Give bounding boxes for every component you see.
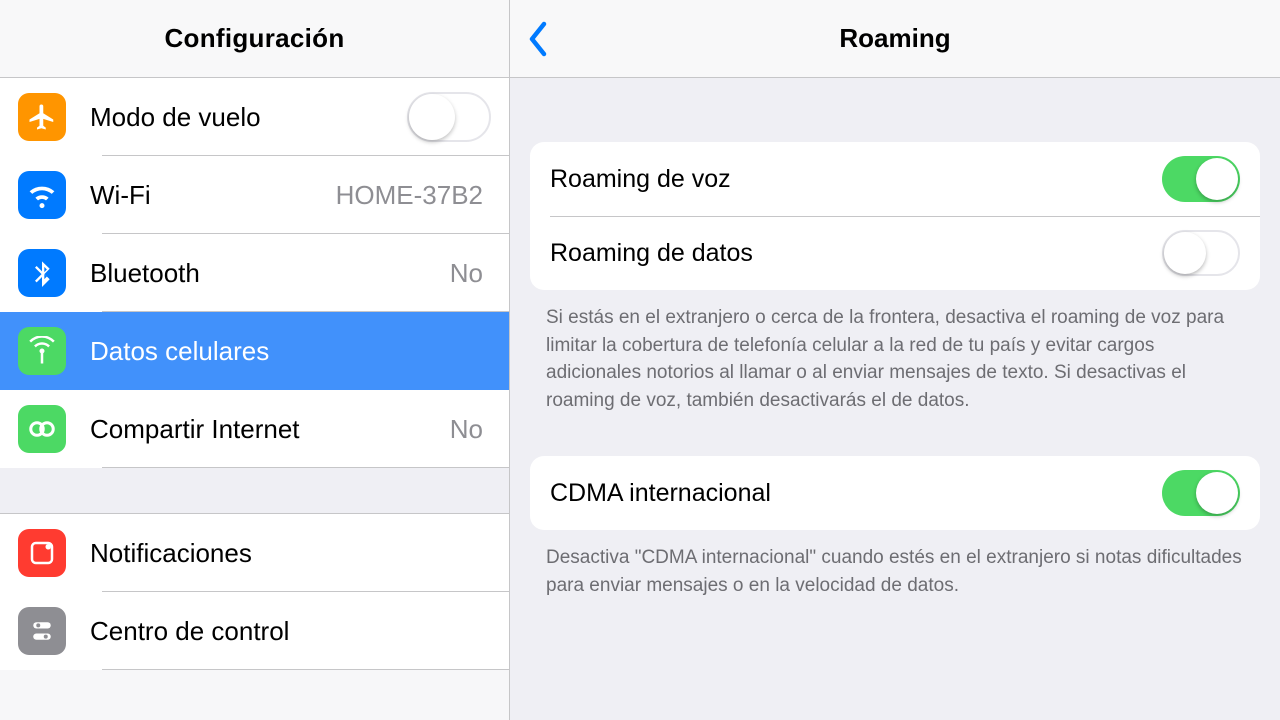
voice-roaming-toggle[interactable]: [1162, 156, 1240, 202]
cdma-footer-text: Desactiva "CDMA internacional" cuando es…: [510, 530, 1280, 599]
group-separator: [0, 468, 509, 514]
settings-app: Configuración Modo de vuelo Wi-Fi HOME-3…: [0, 0, 1280, 720]
airplane-toggle[interactable]: [407, 92, 491, 142]
row-label: CDMA internacional: [550, 479, 1162, 508]
sidebar-header: Configuración: [0, 0, 509, 78]
wifi-icon: [18, 171, 66, 219]
sidebar-item-cellular[interactable]: Datos celulares: [0, 312, 509, 390]
row-label: Roaming de voz: [550, 165, 1162, 194]
cdma-section: CDMA internacional: [530, 456, 1260, 530]
data-roaming-row[interactable]: Roaming de datos: [530, 216, 1260, 290]
settings-sidebar: Configuración Modo de vuelo Wi-Fi HOME-3…: [0, 0, 510, 720]
sidebar-item-wifi[interactable]: Wi-Fi HOME-37B2: [0, 156, 509, 234]
row-label: Notificaciones: [90, 538, 491, 569]
control-center-icon: [18, 607, 66, 655]
bluetooth-icon: [18, 249, 66, 297]
sidebar-item-notifications[interactable]: Notificaciones: [0, 514, 509, 592]
row-value: HOME-37B2: [336, 180, 483, 211]
notifications-icon: [18, 529, 66, 577]
sidebar-item-control-center[interactable]: Centro de control: [0, 592, 509, 670]
roaming-footer-text: Si estás en el extranjero o cerca de la …: [510, 290, 1280, 414]
row-label: Wi-Fi: [90, 180, 336, 211]
hotspot-icon: [18, 405, 66, 453]
data-roaming-toggle[interactable]: [1162, 230, 1240, 276]
row-value: No: [450, 258, 483, 289]
sidebar-list: Modo de vuelo Wi-Fi HOME-37B2 Bluetooth …: [0, 78, 509, 720]
row-label: Modo de vuelo: [90, 102, 407, 133]
detail-body: Roaming de voz Roaming de datos Si estás…: [510, 78, 1280, 720]
detail-title: Roaming: [839, 23, 950, 54]
sidebar-item-bluetooth[interactable]: Bluetooth No: [0, 234, 509, 312]
sidebar-item-hotspot[interactable]: Compartir Internet No: [0, 390, 509, 468]
row-label: Compartir Internet: [90, 414, 450, 445]
detail-header: Roaming: [510, 0, 1280, 78]
sidebar-item-airplane[interactable]: Modo de vuelo: [0, 78, 509, 156]
cellular-icon: [18, 327, 66, 375]
detail-pane: Roaming Roaming de voz Roaming de datos …: [510, 0, 1280, 720]
row-label: Roaming de datos: [550, 239, 1162, 268]
row-value: No: [450, 414, 483, 445]
back-button[interactable]: [526, 0, 550, 77]
cdma-toggle[interactable]: [1162, 470, 1240, 516]
chevron-left-icon: [526, 20, 550, 58]
roaming-section: Roaming de voz Roaming de datos: [530, 142, 1260, 290]
voice-roaming-row[interactable]: Roaming de voz: [530, 142, 1260, 216]
row-label: Bluetooth: [90, 258, 450, 289]
row-label: Datos celulares: [90, 336, 491, 367]
airplane-icon: [18, 93, 66, 141]
cdma-row[interactable]: CDMA internacional: [530, 456, 1260, 530]
sidebar-title: Configuración: [164, 23, 344, 54]
row-label: Centro de control: [90, 616, 491, 647]
